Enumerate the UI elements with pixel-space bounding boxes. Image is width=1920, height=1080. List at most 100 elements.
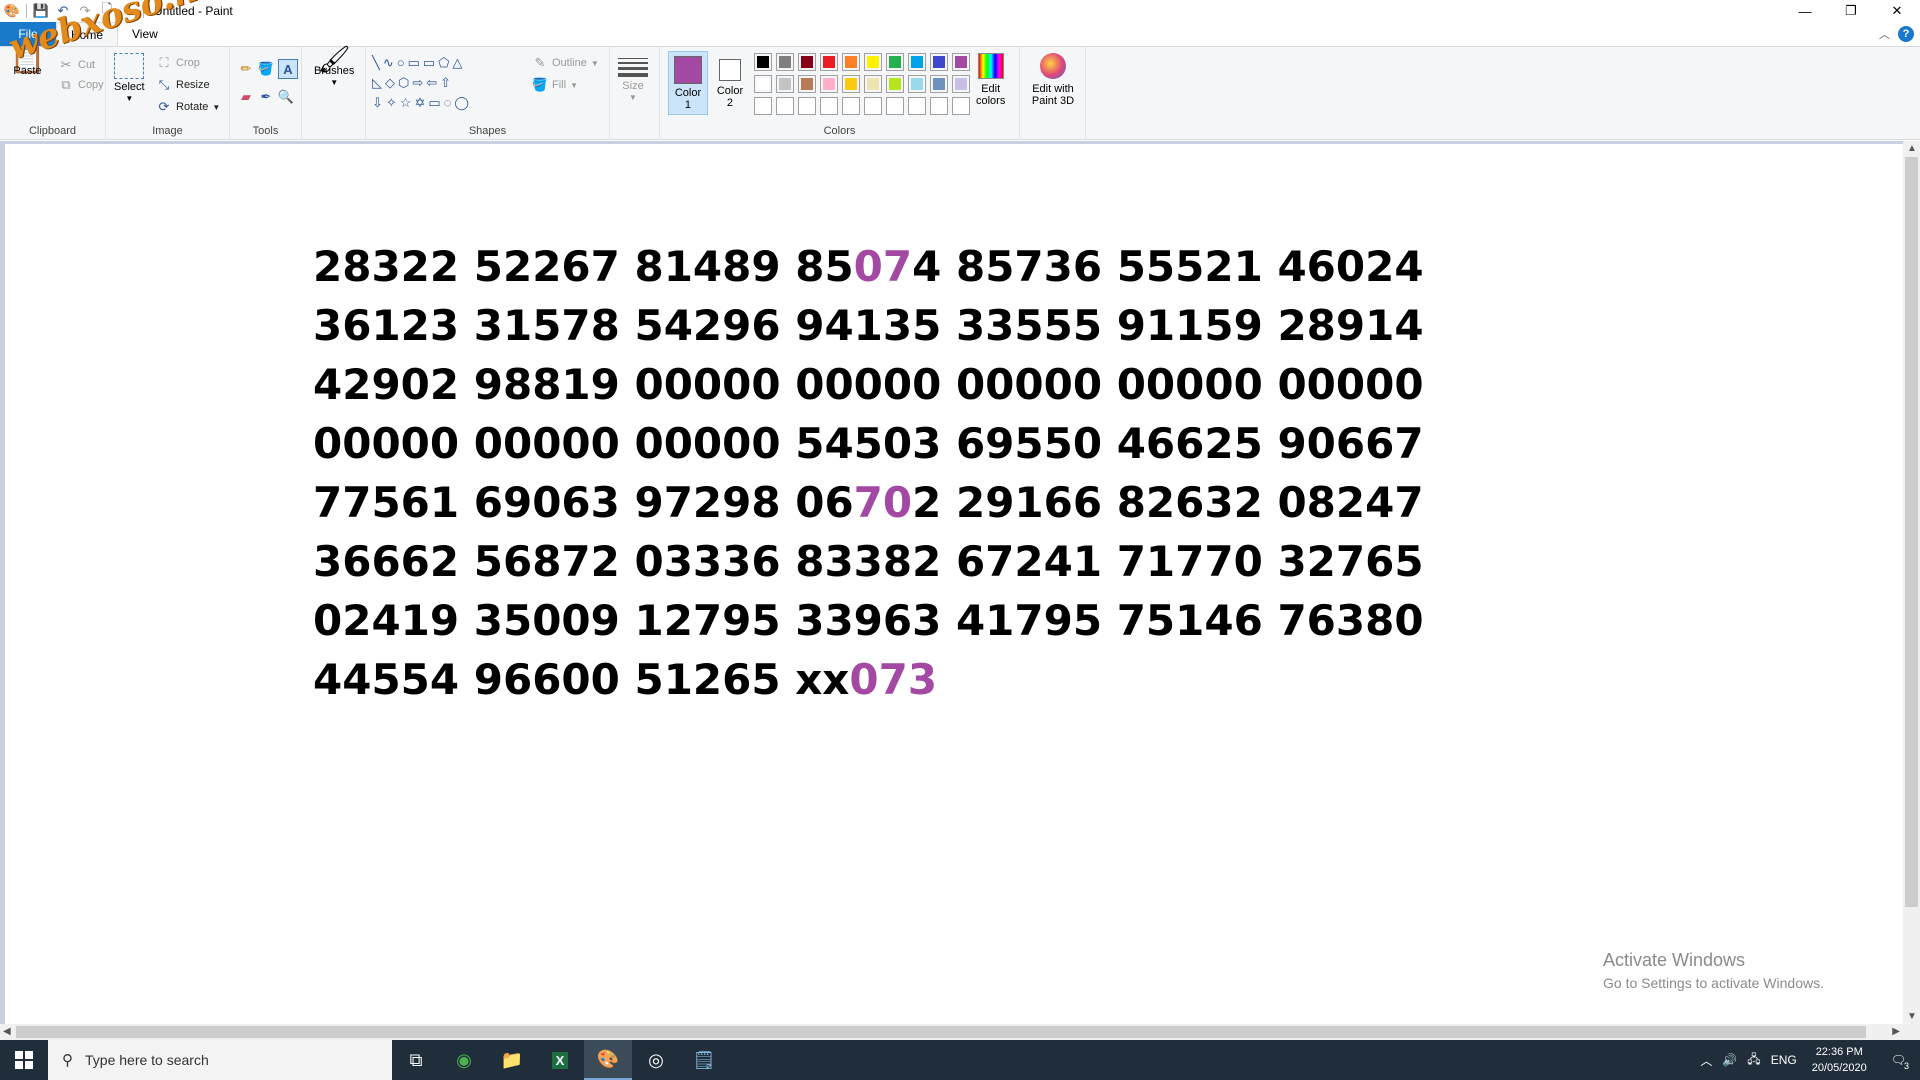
palette-swatch[interactable] <box>952 53 970 71</box>
drawing-canvas[interactable]: 28322 52267 81489 85074 85736 55521 4602… <box>5 144 1903 1024</box>
palette-swatch[interactable] <box>798 75 816 93</box>
color-palette <box>754 53 974 119</box>
scissors-icon: ✂ <box>60 57 72 72</box>
eraser-icon[interactable]: ▰ <box>238 89 254 105</box>
palette-swatch-empty[interactable] <box>908 97 926 115</box>
outline-button[interactable]: ✎ Outline ▼ <box>532 55 599 71</box>
palette-swatch[interactable] <box>864 53 882 71</box>
palette-swatch[interactable] <box>754 75 772 93</box>
maximize-button[interactable]: ❐ <box>1828 0 1874 22</box>
color-picker-icon[interactable]: ✒ <box>258 89 274 105</box>
highlighted-digits: 07 <box>853 242 913 291</box>
fill-bucket-icon[interactable]: 🪣 <box>258 61 274 77</box>
paint-app-icon[interactable]: 🎨 <box>4 3 20 19</box>
shape-row: ⇩✧☆✡▭◌◯ <box>372 95 472 110</box>
language-indicator[interactable]: ENG <box>1766 1053 1802 1067</box>
palette-swatch-empty[interactable] <box>864 97 882 115</box>
task-view-icon[interactable]: ⧉ <box>392 1040 440 1080</box>
palette-swatch[interactable] <box>886 75 904 93</box>
palette-swatch[interactable] <box>754 53 772 71</box>
paint-taskbar-icon[interactable]: 🎨 <box>584 1040 632 1080</box>
palette-swatch-empty[interactable] <box>798 97 816 115</box>
taskbar-search-box[interactable]: ⚲ Type here to search <box>48 1040 392 1080</box>
volume-icon[interactable]: 🔊 <box>1717 1053 1742 1067</box>
chrome-icon[interactable]: ◉ <box>440 1040 488 1080</box>
palette-swatch[interactable] <box>842 53 860 71</box>
divider <box>26 4 27 18</box>
palette-swatch-empty[interactable] <box>820 97 838 115</box>
copy-button[interactable]: ⧉ Copy <box>58 77 103 93</box>
vertical-scrollbar[interactable]: ▲ ▼ <box>1903 141 1920 1024</box>
close-button[interactable]: ✕ <box>1874 0 1920 22</box>
network-icon[interactable]: 🖧 <box>1742 1050 1765 1071</box>
file-explorer-icon[interactable]: 📁 <box>488 1040 536 1080</box>
number-text: 2 29166 82632 08247 <box>912 478 1424 527</box>
scroll-left-icon[interactable]: ◀ <box>3 1026 11 1037</box>
palette-swatch[interactable] <box>864 75 882 93</box>
crop-label: Crop <box>176 57 200 69</box>
rotate-icon: ⟳ <box>158 99 170 114</box>
scroll-up-icon[interactable]: ▲ <box>1907 143 1917 154</box>
crop-button[interactable]: ⛶ Crop <box>156 55 200 71</box>
brushes-button[interactable]: 🖌 Brushes ▼ <box>314 46 354 89</box>
rotate-button[interactable]: ⟳ Rotate ▼ <box>156 99 221 115</box>
text-icon[interactable]: A <box>278 59 298 79</box>
pencil-icon[interactable]: ✏ <box>238 61 254 77</box>
group-brushes: 🖌 Brushes ▼ <box>302 46 366 140</box>
excel-icon[interactable]: X <box>536 1040 584 1080</box>
palette-swatch[interactable] <box>952 75 970 93</box>
windows-logo-icon <box>15 1051 33 1069</box>
swatch-color <box>779 78 791 90</box>
magnifier-icon[interactable]: 🔍 <box>278 89 294 105</box>
palette-swatch[interactable] <box>930 75 948 93</box>
palette-swatch[interactable] <box>820 75 838 93</box>
shapes-gallery[interactable]: ╲∿○▭▭⬠△ ◺◇⬡⇨⇦⇧ ⇩✧☆✡▭◌◯ <box>372 53 524 113</box>
obs-icon[interactable]: ◎ <box>632 1040 680 1080</box>
scroll-down-icon[interactable]: ▼ <box>1907 1011 1917 1022</box>
cut-button[interactable]: ✂ Cut <box>58 57 96 73</box>
palette-swatch-empty[interactable] <box>952 97 970 115</box>
outline-icon: ✎ <box>534 55 546 70</box>
resize-label: Resize <box>176 79 210 91</box>
scroll-right-icon[interactable]: ▶ <box>1892 1026 1900 1037</box>
palette-swatch-empty[interactable] <box>754 97 772 115</box>
palette-swatch-empty[interactable] <box>930 97 948 115</box>
palette-swatch[interactable] <box>842 75 860 93</box>
size-button[interactable]: Size ▼ <box>618 55 648 104</box>
fill-button[interactable]: 🪣 Fill ▼ <box>532 77 578 93</box>
collapse-ribbon-icon[interactable]: ︿ <box>1879 26 1890 42</box>
palette-swatch[interactable] <box>886 53 904 71</box>
resize-button[interactable]: ⤡ Resize <box>156 77 210 93</box>
palette-swatch[interactable] <box>930 53 948 71</box>
minimize-button[interactable]: — <box>1782 0 1828 22</box>
select-button[interactable]: Select ▼ <box>114 53 145 105</box>
start-button[interactable] <box>0 1040 48 1080</box>
palette-swatch[interactable] <box>776 75 794 93</box>
notification-center-icon[interactable]: 🗨 3 <box>1877 1053 1920 1071</box>
help-icon[interactable]: ? <box>1898 26 1914 42</box>
swatch-color <box>823 78 835 90</box>
palette-swatch-empty[interactable] <box>776 97 794 115</box>
horizontal-scroll-thumb[interactable] <box>16 1026 1866 1038</box>
vertical-scroll-thumb[interactable] <box>1905 157 1918 907</box>
color-spectrum-icon <box>977 53 1004 79</box>
palette-swatch-empty[interactable] <box>886 97 904 115</box>
palette-swatch[interactable] <box>908 75 926 93</box>
color2-button[interactable]: Color 2 <box>712 51 748 115</box>
palette-swatch[interactable] <box>776 53 794 71</box>
resize-icon: ⤡ <box>158 77 170 92</box>
color1-button[interactable]: Color 1 <box>668 51 708 115</box>
edit-colors-button[interactable]: Edit colors <box>976 53 1005 107</box>
clock[interactable]: 22:36 PM 20/05/2020 <box>1802 1044 1877 1076</box>
palette-swatch-empty[interactable] <box>842 97 860 115</box>
palette-swatch[interactable] <box>908 53 926 71</box>
canvas-text-line: 36123 31578 54296 94135 33555 91159 2891… <box>313 296 1424 355</box>
show-hidden-icons-icon[interactable]: ︿ <box>1695 1052 1717 1069</box>
palette-swatch[interactable] <box>820 53 838 71</box>
notepad-icon[interactable]: 🗒 <box>680 1040 728 1080</box>
edit-with-paint3d-button[interactable]: Edit with Paint 3D <box>1024 53 1082 107</box>
swatch-color <box>757 56 769 68</box>
palette-swatch[interactable] <box>798 53 816 71</box>
number-text: 44554 96600 51265 xx <box>313 655 850 704</box>
horizontal-scrollbar[interactable]: ◀ ▶ <box>0 1024 1920 1040</box>
